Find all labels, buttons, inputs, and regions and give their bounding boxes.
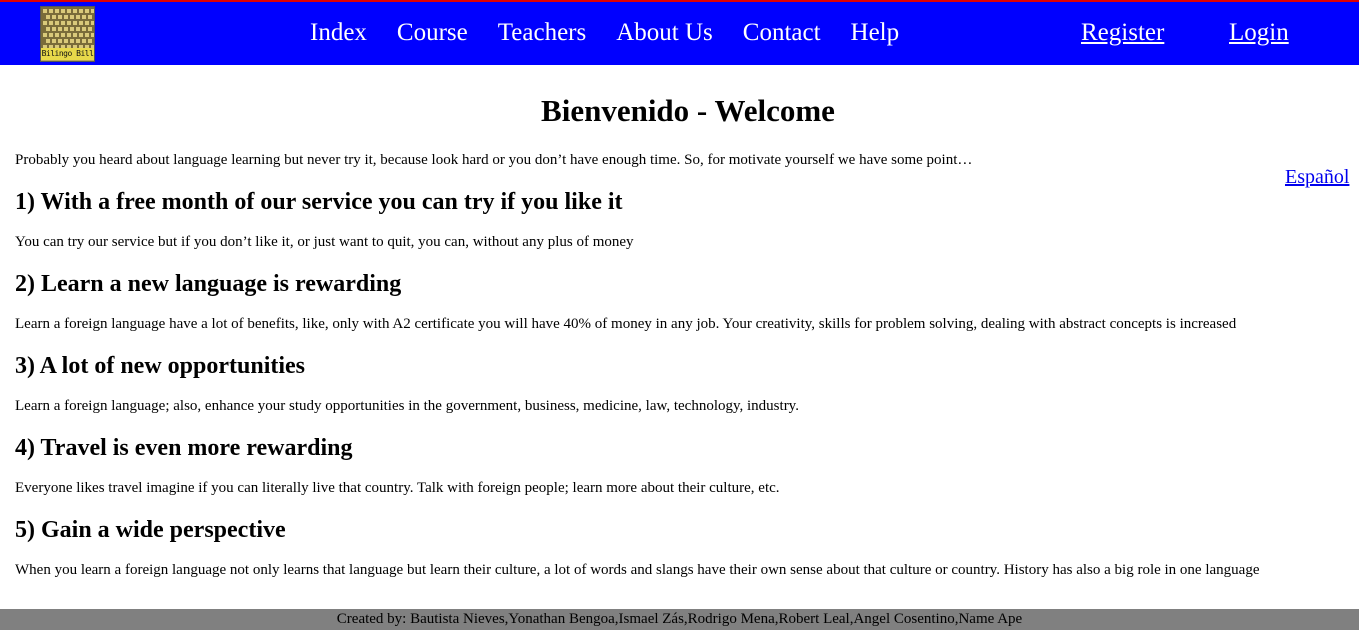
point-heading: 2) Learn a new language is rewarding [15,271,402,297]
nav-contact[interactable]: Contact [743,18,821,48]
site-logo[interactable]: Bilingo Bill [40,6,95,62]
point-text: Learn a foreign language have a lot of b… [15,316,1237,332]
register-link[interactable]: Register [1081,18,1164,48]
point-text: Everyone likes travel imagine if you can… [15,480,780,496]
logo-pattern-icon [41,7,94,51]
main-nav: Index Course Teachers About Us Contact H… [310,18,899,48]
nav-help[interactable]: Help [851,18,900,48]
nav-about-us[interactable]: About Us [616,18,713,48]
point-heading: 3) A lot of new opportunities [15,353,306,379]
point-text: When you learn a foreign language not on… [15,562,1260,578]
logo-text: Bilingo Bill [41,48,94,60]
page-title: Bienvenido - Welcome [541,93,835,128]
point-heading: 4) Travel is even more rewarding [15,435,353,461]
footer-credits: Created by: Bautista Nieves,Yonathan Ben… [0,609,1359,630]
login-link[interactable]: Login [1229,18,1289,48]
point-heading: 5) Gain a wide perspective [15,517,286,543]
point-text: You can try our service but if you don’t… [15,234,634,250]
nav-teachers[interactable]: Teachers [498,18,586,48]
nav-course[interactable]: Course [397,18,468,48]
nav-index[interactable]: Index [310,18,367,48]
intro-text: Probably you heard about language learni… [15,152,973,168]
point-heading: 1) With a free month of our service you … [15,189,623,215]
header-bar: Bilingo Bill Index Course Teachers About… [0,0,1359,65]
point-text: Learn a foreign language; also, enhance … [15,398,799,414]
language-switch-link[interactable]: Español [1285,166,1349,189]
